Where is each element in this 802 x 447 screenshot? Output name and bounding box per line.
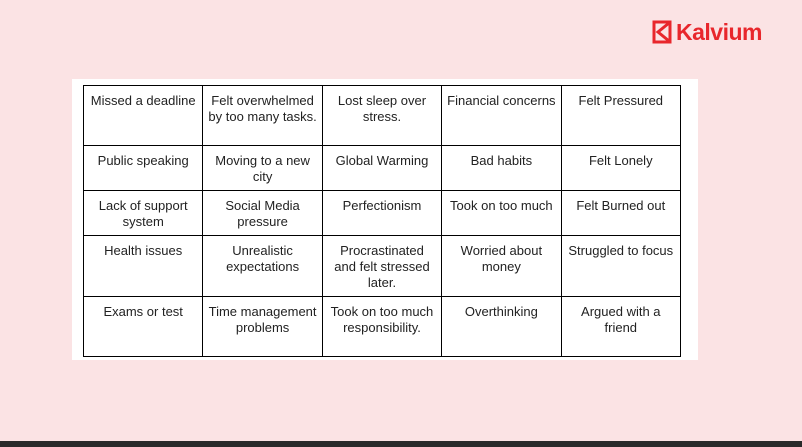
table-row: Lack of support system Social Media pres… bbox=[82, 190, 682, 236]
bottom-bar bbox=[0, 441, 802, 447]
grid-cell: Global Warming bbox=[321, 145, 443, 191]
grid-cell: Financial concerns bbox=[441, 85, 562, 146]
grid-cell: Procrastinated and felt stressed later. bbox=[321, 235, 443, 297]
grid-cell: Bad habits bbox=[441, 145, 562, 191]
table-row: Exams or test Time management problems T… bbox=[82, 296, 682, 357]
bingo-grid: Missed a deadline Felt overwhelmed by to… bbox=[82, 85, 682, 357]
grid-cell: Time management problems bbox=[202, 296, 323, 357]
kalvium-logo-mark-icon bbox=[652, 20, 672, 44]
grid-cell: Public speaking bbox=[82, 145, 204, 191]
grid-cell: Health issues bbox=[82, 235, 204, 297]
grid-cell: Argued with a friend bbox=[560, 296, 682, 357]
grid-cell: Overthinking bbox=[441, 296, 562, 357]
grid-cell: Exams or test bbox=[82, 296, 204, 357]
grid-cell: Took on too much bbox=[441, 190, 562, 236]
grid-cell: Felt Lonely bbox=[560, 145, 682, 191]
grid-cell: Lost sleep over stress. bbox=[321, 85, 443, 146]
grid-cell: Struggled to focus bbox=[560, 235, 682, 297]
slide-content: Missed a deadline Felt overwhelmed by to… bbox=[72, 79, 698, 360]
grid-cell: Felt Burned out bbox=[560, 190, 682, 236]
grid-cell: Lack of support system bbox=[82, 190, 204, 236]
grid-cell: Felt overwhelmed by too many tasks. bbox=[202, 85, 323, 146]
grid-cell: Missed a deadline bbox=[82, 85, 204, 146]
logo-text: Kalvium bbox=[676, 19, 762, 45]
kalvium-logo: Kalvium bbox=[652, 20, 762, 44]
table-row: Missed a deadline Felt overwhelmed by to… bbox=[82, 85, 682, 146]
grid-cell: Felt Pressured bbox=[560, 85, 682, 146]
table-row: Public speaking Moving to a new city Glo… bbox=[82, 145, 682, 191]
table-row: Health issues Unrealistic expectations P… bbox=[82, 235, 682, 297]
grid-cell: Perfectionism bbox=[321, 190, 443, 236]
grid-cell: Moving to a new city bbox=[202, 145, 323, 191]
grid-cell: Worried about money bbox=[441, 235, 562, 297]
grid-cell: Took on too much responsibility. bbox=[321, 296, 443, 357]
grid-cell: Unrealistic expectations bbox=[202, 235, 323, 297]
grid-cell: Social Media pressure bbox=[202, 190, 323, 236]
